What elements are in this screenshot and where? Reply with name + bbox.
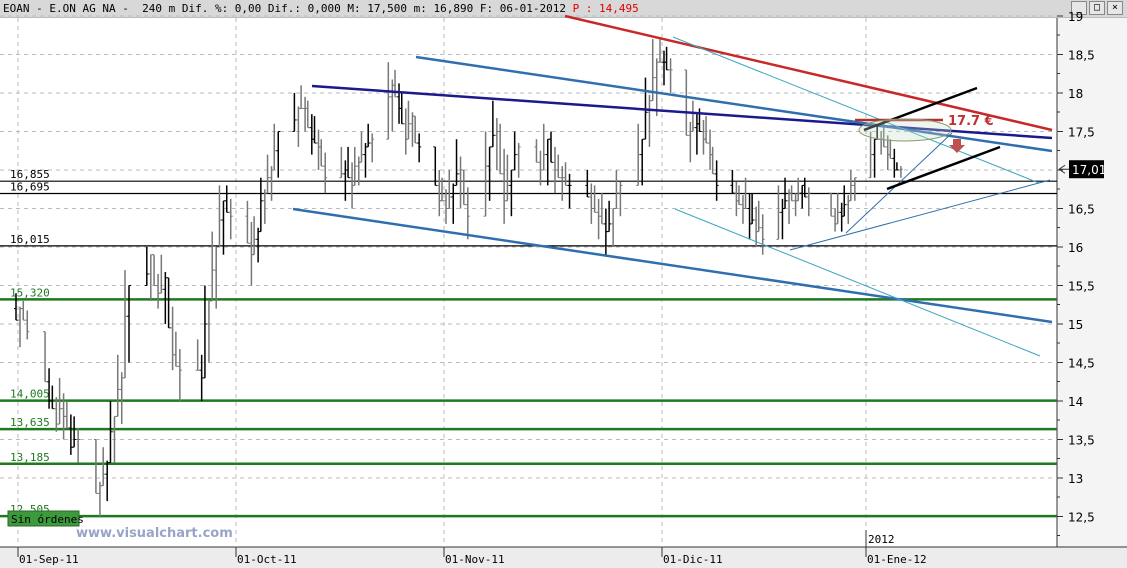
x-tick-label: 01-Sep-11 <box>19 553 79 566</box>
red-trendline <box>564 14 1053 132</box>
level-label: 13,635 <box>10 416 50 429</box>
thin-support-line <box>845 132 953 234</box>
watermark-logo: www.visualchart.com <box>76 526 233 541</box>
black-channel-line <box>886 145 1001 191</box>
level-label: 14,005 <box>10 388 50 401</box>
down-arrow-icon <box>949 139 965 153</box>
y-tick-label: 18,5 <box>1068 49 1095 63</box>
y-tick-label: 17,5 <box>1068 126 1095 140</box>
x-tick-label: 01-Oct-11 <box>237 553 297 566</box>
thin-support-line <box>789 179 1051 251</box>
y-tick-label: 13 <box>1068 472 1083 486</box>
current-price-label: 17,01 <box>1072 163 1106 177</box>
y-tick-label: 13,5 <box>1068 434 1095 448</box>
ohlc-bars <box>14 39 903 517</box>
level-label: 16,855 <box>10 168 50 181</box>
highlight-ellipse <box>858 118 952 142</box>
y-tick-label: 19 <box>1068 10 1083 24</box>
year-label: 2012 <box>868 533 895 546</box>
thin-trendline <box>672 36 1040 184</box>
level-label: 16,695 <box>10 180 50 193</box>
level-label: 16,015 <box>10 233 50 246</box>
thin-trendline <box>674 208 1041 357</box>
y-tick-label: 15,5 <box>1068 280 1095 294</box>
y-tick-label: 14 <box>1068 395 1083 409</box>
x-axis-area <box>0 547 1127 568</box>
upper-channel-line <box>415 55 1053 153</box>
x-tick-label: 01-Dic-11 <box>663 553 723 566</box>
target-annotation: 17.7 € <box>948 114 994 129</box>
y-tick-label: 15 <box>1068 318 1083 332</box>
x-tick-label: 01-Nov-11 <box>445 553 505 566</box>
x-tick-label: 01-Ene-12 <box>867 553 927 566</box>
lower-channel-line <box>292 207 1053 324</box>
y-tick-label: 14,5 <box>1068 357 1095 371</box>
price-chart[interactable]: 1918,51817,51716,51615,51514,51413,51312… <box>0 0 1127 568</box>
orders-badge-label: Sin órdenes <box>11 513 84 526</box>
level-label: 13,185 <box>10 451 50 464</box>
y-tick-label: 16,5 <box>1068 203 1095 217</box>
y-tick-label: 16 <box>1068 241 1083 255</box>
y-tick-label: 12,5 <box>1068 511 1095 525</box>
y-tick-label: 18 <box>1068 87 1083 101</box>
